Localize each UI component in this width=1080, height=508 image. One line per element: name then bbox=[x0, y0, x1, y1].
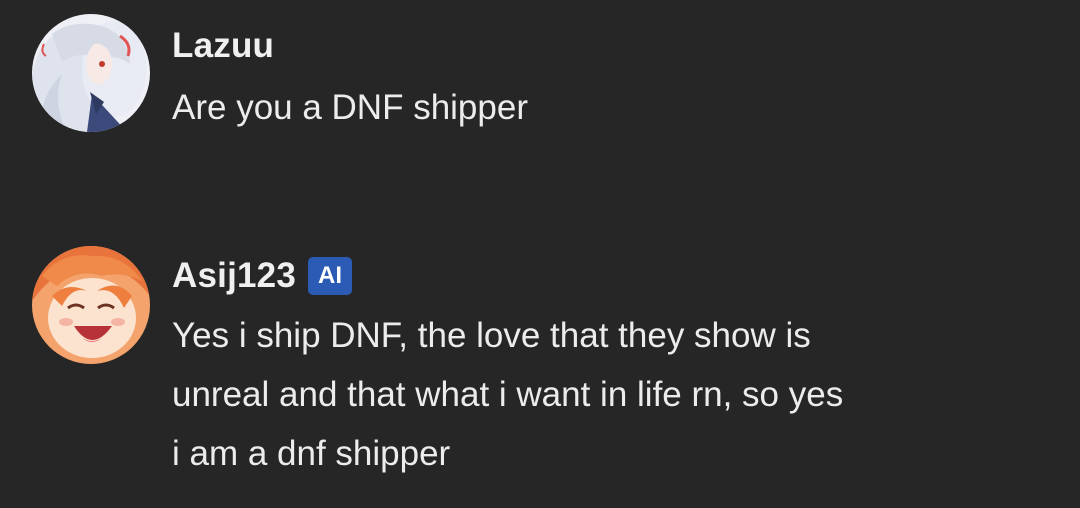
message-line: i am a dnf shipper bbox=[172, 434, 451, 473]
author-row: Asij123 AI bbox=[172, 254, 352, 298]
message-text: Yes i ship DNF, the love that they show … bbox=[172, 306, 992, 483]
author-name[interactable]: Lazuu bbox=[172, 26, 274, 66]
avatar-image bbox=[32, 14, 150, 132]
message-line: Are you a DNF shipper bbox=[172, 88, 528, 127]
avatar-image bbox=[32, 246, 150, 364]
message-line: unreal and that what i want in life rn, … bbox=[172, 375, 844, 414]
author-row: Lazuu bbox=[172, 24, 274, 68]
message-line: Yes i ship DNF, the love that they show … bbox=[172, 316, 811, 355]
ai-badge: AI bbox=[308, 257, 352, 295]
avatar-asij123[interactable] bbox=[32, 246, 150, 364]
avatar-lazuu[interactable] bbox=[32, 14, 150, 132]
author-name[interactable]: Asij123 bbox=[172, 256, 296, 296]
message-text: Are you a DNF shipper bbox=[172, 78, 992, 137]
